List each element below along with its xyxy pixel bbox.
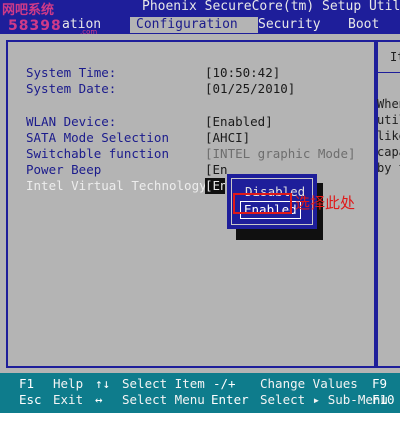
key-f1: F1	[19, 376, 35, 391]
setting-value-sata-mode[interactable]: [AHCI]	[205, 130, 250, 146]
setting-label-system-date[interactable]: System Date:	[26, 81, 116, 97]
tab-configuration[interactable]: Configuration	[130, 17, 258, 33]
setting-value-intel-virtual-technology[interactable]: [En	[205, 178, 225, 194]
item-help-panel	[376, 40, 400, 368]
setting-label-switchable-function[interactable]: Switchable function	[26, 146, 169, 162]
key-select-menu-label: Select Menu	[122, 392, 205, 407]
setting-value-switchable-function: [INTEL graphic Mode]	[205, 146, 356, 161]
help-header: It	[390, 50, 400, 64]
key-esc: Esc	[19, 392, 42, 407]
setting-label-power-beep[interactable]: Power Beep	[26, 162, 101, 178]
key-select-item-label: Select Item	[122, 376, 205, 391]
key-exit-label: Exit	[53, 392, 84, 407]
bios-screen: Phoenix SecureCore(tm) Setup Utility ati…	[0, 0, 400, 413]
help-line: capa	[377, 145, 400, 159]
watermark-brand: 网吧系统	[2, 3, 55, 18]
key-select-submenu-label: Select ▸ Sub-Menu	[260, 392, 388, 407]
window-title: Phoenix SecureCore(tm) Setup Utility	[142, 0, 400, 14]
help-line: like	[377, 129, 400, 143]
key-change-values-label: Change Values	[260, 376, 358, 391]
callout-highlight-box	[233, 193, 292, 214]
key-f10: F10	[372, 392, 395, 407]
key-left-right: ↔	[95, 392, 103, 407]
setting-label-system-time[interactable]: System Time:	[26, 65, 116, 81]
key-help-label: Help	[53, 376, 84, 391]
setting-label-wlan-device[interactable]: WLAN Device:	[26, 114, 116, 130]
callout-text: 选择此处	[295, 194, 356, 212]
setting-value-power-beep[interactable]: [En	[205, 162, 228, 178]
setting-value-system-time[interactable]: [10:50:42]	[205, 65, 280, 81]
setting-value-wlan-device[interactable]: [Enabled]	[205, 114, 273, 130]
tab-boot[interactable]: Boot	[348, 17, 379, 33]
setting-label-intel-virtual-technology[interactable]: Intel Virtual Technology	[26, 178, 207, 194]
watermark-number: 58398	[8, 18, 62, 34]
setting-value-system-date[interactable]: [01/25/2010]	[205, 81, 295, 97]
tab-security[interactable]: Security	[258, 17, 321, 33]
help-line: When	[377, 97, 400, 111]
key-f9: F9	[372, 376, 388, 391]
key-minus-plus: -/+	[213, 376, 236, 391]
key-legend-footer: F1 Help ↑↓ Select Item -/+ Change Values…	[0, 373, 400, 413]
bottom-margin	[0, 413, 400, 423]
key-up-down: ↑↓	[95, 376, 111, 391]
key-enter: Enter	[211, 392, 249, 407]
help-line: by t	[377, 161, 400, 175]
watermark-domain: .com	[80, 28, 98, 36]
help-divider	[378, 72, 400, 73]
help-line: util	[377, 113, 400, 127]
setting-label-sata-mode[interactable]: SATA Mode Selection	[26, 130, 169, 146]
